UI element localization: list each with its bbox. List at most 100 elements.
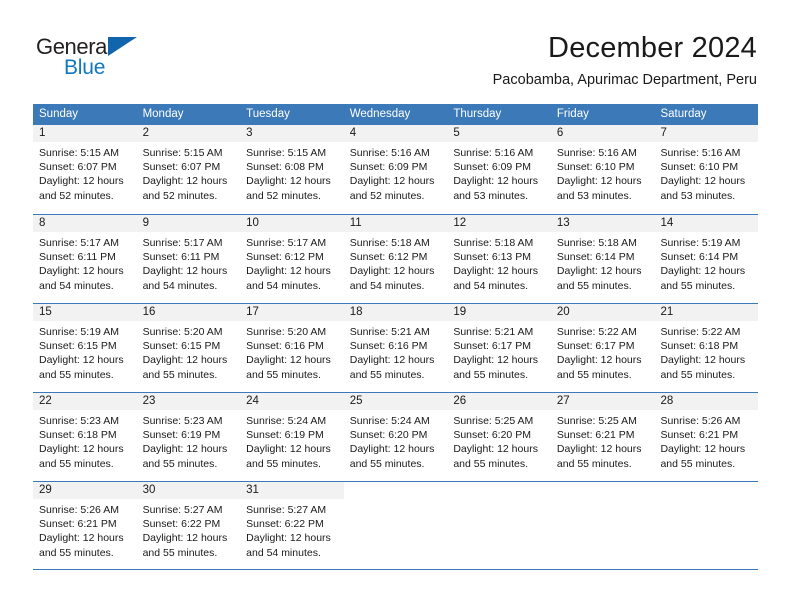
sunrise-text: Sunrise: 5:20 AM [246, 326, 327, 338]
daylight-text: Daylight: 12 hours and 55 minutes. [142, 354, 228, 381]
sunset-text: Sunset: 6:07 PM [39, 161, 117, 174]
sunrise-text: Sunrise: 5:19 AM [39, 326, 119, 338]
logo-triangle-icon [108, 37, 137, 56]
day-cell[interactable]: 5 Sunrise: 5:16 AM Sunset: 6:09 PM Dayli… [447, 125, 551, 214]
sunrise-text: Sunrise: 5:25 AM [453, 415, 534, 427]
week-row: 8 Sunrise: 5:17 AM Sunset: 6:11 PM Dayli… [33, 214, 759, 303]
day-number: 22 [33, 393, 137, 410]
day-number: 4 [343, 125, 448, 142]
sunset-text: Sunset: 6:11 PM [142, 251, 220, 264]
day-cell[interactable]: 13 Sunrise: 5:18 AM Sunset: 6:14 PM Dayl… [550, 215, 655, 303]
sunset-text: Sunset: 6:12 PM [246, 251, 324, 264]
day-number: 13 [550, 215, 655, 232]
day-cell[interactable]: 16 Sunrise: 5:20 AM Sunset: 6:15 PM Dayl… [136, 304, 241, 392]
page-header: General Blue December 2024 Pacobamba, Ap… [33, 30, 757, 98]
sunrise-text: Sunrise: 5:15 AM [142, 147, 223, 159]
day-number: 17 [240, 304, 344, 321]
day-cell-empty [551, 482, 655, 569]
day-number: 21 [654, 304, 759, 321]
weekday-header-row: Sunday Monday Tuesday Wednesday Thursday… [33, 104, 758, 125]
sunrise-text: Sunrise: 5:22 AM [660, 326, 741, 338]
day-info: Sunrise: 5:16 AM Sunset: 6:10 PM Dayligh… [551, 142, 655, 203]
day-number [344, 482, 448, 499]
general-blue-logo[interactable]: General Blue [33, 34, 163, 84]
weekday-header-saturday: Saturday [660, 108, 707, 120]
daylight-text: Daylight: 12 hours and 55 minutes. [556, 443, 642, 470]
day-cell[interactable]: 14 Sunrise: 5:19 AM Sunset: 6:14 PM Dayl… [654, 215, 759, 303]
sunset-text: Sunset: 6:18 PM [660, 340, 739, 353]
daylight-text: Daylight: 12 hours and 55 minutes. [349, 354, 435, 381]
sunset-text: Sunset: 6:11 PM [39, 251, 116, 264]
daylight-text: Daylight: 12 hours and 55 minutes. [39, 532, 124, 559]
sunset-text: Sunset: 6:19 PM [246, 429, 324, 442]
day-number [447, 482, 551, 499]
daylight-text: Daylight: 12 hours and 54 minutes. [142, 265, 228, 292]
title-block: December 2024 Pacobamba, Apurimac Depart… [493, 30, 757, 89]
day-cell[interactable]: 21 Sunrise: 5:22 AM Sunset: 6:18 PM Dayl… [654, 304, 759, 392]
sunset-text: Sunset: 6:20 PM [349, 429, 428, 442]
daylight-text: Daylight: 12 hours and 52 minutes. [142, 175, 228, 202]
day-number: 5 [447, 125, 551, 142]
daylight-text: Daylight: 12 hours and 55 minutes. [39, 354, 124, 381]
day-cell-empty [344, 482, 448, 569]
day-cell[interactable]: 9 Sunrise: 5:17 AM Sunset: 6:11 PM Dayli… [136, 215, 241, 303]
day-cell[interactable]: 17 Sunrise: 5:20 AM Sunset: 6:16 PM Dayl… [240, 304, 344, 392]
day-number: 18 [343, 304, 448, 321]
sunset-text: Sunset: 6:13 PM [453, 251, 531, 264]
day-cell[interactable]: 20 Sunrise: 5:22 AM Sunset: 6:17 PM Dayl… [550, 304, 655, 392]
day-cell[interactable]: 19 Sunrise: 5:21 AM Sunset: 6:17 PM Dayl… [447, 304, 551, 392]
day-cell[interactable]: 30 Sunrise: 5:27 AM Sunset: 6:22 PM Dayl… [136, 482, 241, 569]
day-cell[interactable]: 7 Sunrise: 5:16 AM Sunset: 6:10 PM Dayli… [654, 125, 759, 214]
day-number: 29 [33, 482, 137, 499]
weekday-header-wednesday: Wednesday [349, 108, 411, 120]
day-cell[interactable]: 18 Sunrise: 5:21 AM Sunset: 6:16 PM Dayl… [343, 304, 448, 392]
day-cell[interactable]: 2 Sunrise: 5:15 AM Sunset: 6:07 PM Dayli… [136, 125, 241, 214]
day-cell[interactable]: 24 Sunrise: 5:24 AM Sunset: 6:19 PM Dayl… [240, 393, 344, 481]
day-cell[interactable]: 27 Sunrise: 5:25 AM Sunset: 6:21 PM Dayl… [550, 393, 655, 481]
daylight-text: Daylight: 12 hours and 52 minutes. [349, 175, 435, 202]
day-cell[interactable]: 25 Sunrise: 5:24 AM Sunset: 6:20 PM Dayl… [343, 393, 448, 481]
daylight-text: Daylight: 12 hours and 53 minutes. [660, 175, 746, 202]
daylight-text: Daylight: 12 hours and 55 minutes. [246, 443, 331, 470]
day-number: 8 [33, 215, 137, 232]
sunrise-text: Sunrise: 5:18 AM [453, 237, 534, 249]
day-cell[interactable]: 1 Sunrise: 5:15 AM Sunset: 6:07 PM Dayli… [33, 125, 137, 214]
day-cell-empty [654, 482, 758, 569]
day-cell[interactable]: 23 Sunrise: 5:23 AM Sunset: 6:19 PM Dayl… [136, 393, 241, 481]
day-cell[interactable]: 31 Sunrise: 5:27 AM Sunset: 6:22 PM Dayl… [240, 482, 344, 569]
day-info: Sunrise: 5:15 AM Sunset: 6:07 PM Dayligh… [137, 142, 241, 203]
day-info: Sunrise: 5:19 AM Sunset: 6:15 PM Dayligh… [33, 321, 137, 382]
day-cell[interactable]: 12 Sunrise: 5:18 AM Sunset: 6:13 PM Dayl… [447, 215, 551, 303]
day-cell[interactable]: 15 Sunrise: 5:19 AM Sunset: 6:15 PM Dayl… [33, 304, 137, 392]
day-info: Sunrise: 5:18 AM Sunset: 6:13 PM Dayligh… [447, 232, 551, 293]
daylight-text: Daylight: 12 hours and 55 minutes. [660, 354, 746, 381]
sunrise-text: Sunrise: 5:17 AM [142, 237, 223, 249]
day-cell[interactable]: 11 Sunrise: 5:18 AM Sunset: 6:12 PM Dayl… [343, 215, 448, 303]
day-cell[interactable]: 4 Sunrise: 5:16 AM Sunset: 6:09 PM Dayli… [343, 125, 448, 214]
day-cell[interactable]: 6 Sunrise: 5:16 AM Sunset: 6:10 PM Dayli… [550, 125, 655, 214]
day-cell[interactable]: 26 Sunrise: 5:25 AM Sunset: 6:20 PM Dayl… [447, 393, 551, 481]
calendar-page: General Blue December 2024 Pacobamba, Ap… [0, 0, 792, 612]
daylight-text: Daylight: 12 hours and 55 minutes. [246, 354, 331, 381]
day-cell[interactable]: 28 Sunrise: 5:26 AM Sunset: 6:21 PM Dayl… [654, 393, 759, 481]
sunset-text: Sunset: 6:21 PM [660, 429, 739, 442]
daylight-text: Daylight: 12 hours and 52 minutes. [39, 175, 124, 202]
day-cell[interactable]: 29 Sunrise: 5:26 AM Sunset: 6:21 PM Dayl… [33, 482, 137, 569]
day-info: Sunrise: 5:15 AM Sunset: 6:07 PM Dayligh… [33, 142, 137, 203]
sunset-text: Sunset: 6:08 PM [246, 161, 324, 174]
day-number: 1 [33, 125, 137, 142]
day-info: Sunrise: 5:27 AM Sunset: 6:22 PM Dayligh… [137, 499, 241, 560]
daylight-text: Daylight: 12 hours and 55 minutes. [660, 265, 746, 292]
day-cell[interactable]: 3 Sunrise: 5:15 AM Sunset: 6:08 PM Dayli… [240, 125, 344, 214]
weekday-header-monday: Monday [142, 108, 184, 120]
sunset-text: Sunset: 6:09 PM [453, 161, 531, 174]
day-number: 27 [550, 393, 655, 410]
location-subtitle: Pacobamba, Apurimac Department, Peru [492, 72, 757, 88]
day-number: 11 [343, 215, 448, 232]
sunrise-text: Sunrise: 5:25 AM [556, 415, 637, 427]
sunrise-text: Sunrise: 5:16 AM [556, 147, 637, 159]
day-cell[interactable]: 10 Sunrise: 5:17 AM Sunset: 6:12 PM Dayl… [240, 215, 344, 303]
day-cell[interactable]: 8 Sunrise: 5:17 AM Sunset: 6:11 PM Dayli… [33, 215, 137, 303]
day-cell[interactable]: 22 Sunrise: 5:23 AM Sunset: 6:18 PM Dayl… [33, 393, 137, 481]
day-info: Sunrise: 5:22 AM Sunset: 6:18 PM Dayligh… [654, 321, 758, 382]
